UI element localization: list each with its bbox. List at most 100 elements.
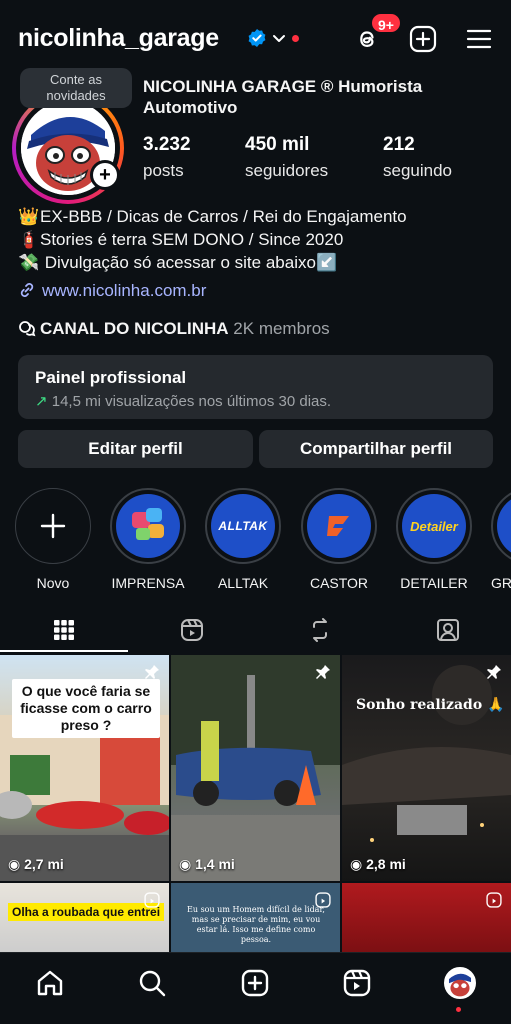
posts-stat[interactable]: 3.232 posts xyxy=(143,134,191,181)
grid-icon xyxy=(54,620,74,640)
highlight-alltak[interactable]: ALLTAK ALLTAK xyxy=(205,488,281,591)
posts-label: posts xyxy=(143,161,184,180)
post-image xyxy=(342,665,511,842)
highlight-detailer[interactable]: Detailer DETAILER xyxy=(396,488,472,591)
highlight-label: GR xyxy=(491,575,511,591)
crown-icon: 👑 xyxy=(18,207,40,226)
reel-icon xyxy=(486,892,502,908)
followers-stat[interactable]: 450 mil seguidores xyxy=(245,134,328,181)
post-views: ◉ 1,4 mi xyxy=(179,856,235,872)
fire-extinguisher-icon: 🧯 xyxy=(18,230,40,249)
link-icon xyxy=(20,283,34,297)
following-count: 212 xyxy=(383,134,415,155)
post-image xyxy=(171,655,340,881)
following-label: seguindo xyxy=(383,161,453,180)
reposts-icon xyxy=(313,618,327,642)
broadcast-channel[interactable]: CANAL DO NICOLINHA 2K membros xyxy=(18,319,330,339)
share-profile-button[interactable]: Compartilhar perfil xyxy=(259,430,493,468)
post-views: ◉ 2,8 mi xyxy=(350,856,406,872)
bottom-navigation xyxy=(0,952,511,1024)
search-icon[interactable] xyxy=(136,967,168,999)
highlight-castor[interactable]: CASTOR xyxy=(301,488,377,591)
channel-members: 2K membros xyxy=(228,319,330,338)
verified-icon xyxy=(248,29,266,47)
reel-icon xyxy=(315,892,331,908)
arrow-down-left-icon: ↙️ xyxy=(316,253,338,272)
post-thumbnail[interactable]: Olha a roubada que entrei xyxy=(0,883,169,952)
bio-line: Divulgação só acessar o site abaixo xyxy=(40,253,316,272)
plus-square-icon[interactable] xyxy=(408,24,438,54)
highlight-label: ALLTAK xyxy=(217,575,269,591)
reels-icon[interactable] xyxy=(341,967,373,999)
notes-tooltip[interactable]: Conte as novidades xyxy=(20,68,132,108)
tab-reels[interactable] xyxy=(128,608,256,652)
add-story-button[interactable]: + xyxy=(90,160,120,190)
post-thumbnail[interactable]: Eu sou um Homem difícil de lidar, mas se… xyxy=(171,883,340,952)
reel-icon xyxy=(144,892,160,908)
money-icon: 💸 xyxy=(18,253,40,272)
pin-icon xyxy=(145,665,159,679)
channel-name: CANAL DO NICOLINHA xyxy=(40,319,229,338)
press-chat-icon xyxy=(132,508,164,540)
highlight-imprensa[interactable]: IMPRENSA xyxy=(110,488,186,591)
alltak-logo: ALLTAK xyxy=(218,519,268,533)
display-name: NICOLINHA GARAGE ® Humorista Automotivo xyxy=(143,77,423,117)
following-stat[interactable]: 212 seguindo xyxy=(383,134,452,181)
post-caption: Sonho realizado 🙏 xyxy=(356,697,505,713)
posts-grid: O que você faria se ficasse com o carro … xyxy=(0,655,511,952)
panel-subtitle: 14,5 mi visualizações nos últimos 30 dia… xyxy=(51,393,332,410)
home-icon[interactable] xyxy=(34,967,66,999)
highlight-label: DETAILER xyxy=(400,575,468,591)
pin-icon xyxy=(316,665,330,679)
castor-logo-icon xyxy=(327,516,349,536)
panel-title: Painel profissional xyxy=(35,368,187,387)
plus-icon: + xyxy=(93,163,117,187)
link-text: www.nicolinha.com.br xyxy=(42,281,207,300)
chevron-down-icon[interactable] xyxy=(271,30,287,46)
profile-header: nicolinha_garage 9+ xyxy=(0,0,511,70)
tab-reposts[interactable] xyxy=(256,608,384,652)
threads-badge: 9+ xyxy=(370,12,402,34)
detailer-logo: Detailer xyxy=(410,518,458,534)
followers-label: seguidores xyxy=(245,161,329,180)
profile-tabs xyxy=(0,608,511,652)
bio-line: EX-BBB / Dicas de Carros / Rei do Engaja… xyxy=(40,207,407,226)
highlight-new[interactable]: Novo xyxy=(15,488,91,591)
tagged-icon xyxy=(437,619,459,641)
pin-icon xyxy=(487,665,501,679)
bio-line: Stories é terra SEM DONO / Since 2020 xyxy=(40,230,344,249)
profile-notification-dot xyxy=(456,1007,461,1012)
avatar-cartoon-image xyxy=(446,969,474,997)
highlight-gr[interactable]: GR xyxy=(491,488,511,591)
highlight-label: Novo xyxy=(36,575,70,591)
create-icon[interactable] xyxy=(239,967,271,999)
profile-avatar[interactable] xyxy=(444,967,476,999)
bio: 👑EX-BBB / Dicas de Carros / Rei do Engaj… xyxy=(18,205,407,274)
post-thumbnail[interactable] xyxy=(342,883,511,952)
edit-profile-button[interactable]: Editar perfil xyxy=(18,430,253,468)
active-tab-indicator xyxy=(0,650,128,652)
account-notification-dot xyxy=(292,35,299,42)
post-thumbnail[interactable]: O que você faria se ficasse com o carro … xyxy=(0,655,169,881)
post-thumbnail[interactable]: ◉ 1,4 mi xyxy=(171,655,340,881)
post-caption: Olha a roubada que entrei xyxy=(8,903,165,921)
post-thumbnail[interactable]: Sonho realizado 🙏 ◉ 2,8 mi xyxy=(342,655,511,881)
menu-icon[interactable] xyxy=(464,24,494,54)
post-views: ◉ 2,7 mi xyxy=(8,856,64,872)
eye-icon: ◉ xyxy=(350,856,367,872)
post-caption: O que você faria se ficasse com o carro … xyxy=(12,679,160,738)
eye-icon: ◉ xyxy=(8,856,25,872)
username-switcher[interactable]: nicolinha_garage xyxy=(18,24,219,53)
profile-link[interactable]: www.nicolinha.com.br xyxy=(18,281,206,301)
trend-up-icon: ↗ xyxy=(35,393,48,410)
posts-count: 3.232 xyxy=(143,134,191,155)
highlight-label: CASTOR xyxy=(309,575,369,591)
tab-tagged[interactable] xyxy=(384,608,511,652)
followers-count: 450 mil xyxy=(245,134,310,155)
channel-icon xyxy=(19,321,36,337)
eye-icon: ◉ xyxy=(179,856,196,872)
tab-posts[interactable] xyxy=(0,608,128,652)
professional-dashboard[interactable]: Painel profissional ↗ 14,5 mi visualizaç… xyxy=(18,355,493,419)
reels-icon xyxy=(181,619,203,641)
post-caption: Eu sou um Homem difícil de lidar, mas se… xyxy=(187,905,325,944)
